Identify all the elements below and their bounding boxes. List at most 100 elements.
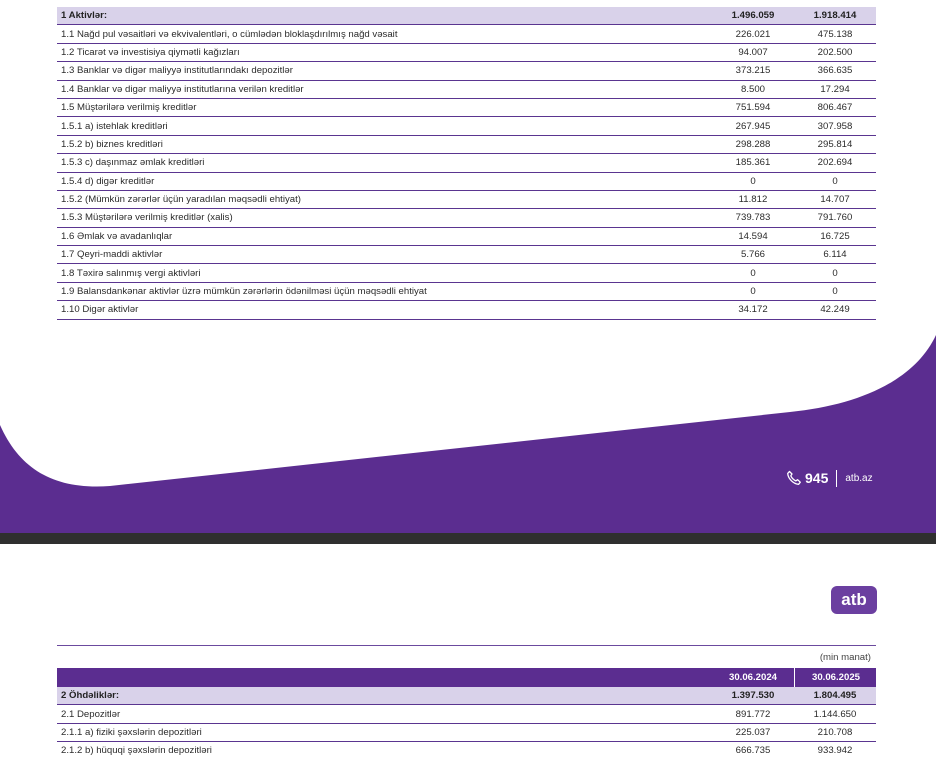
value-2024: 666.735	[712, 741, 794, 757]
value-2024: 739.783	[712, 208, 794, 228]
value-2025: 295.814	[794, 135, 876, 155]
value-2024: 0	[712, 282, 794, 302]
date-header-2024: 30.06.2024	[728, 672, 777, 683]
value-2024: 298.288	[712, 135, 794, 155]
table-row: 2.1.2 b) hüquqi şəxslərin depozitləri 666…	[57, 741, 876, 757]
value-2024: 94.007	[712, 43, 794, 63]
value-2024: 0	[712, 172, 794, 191]
table-row: 1.5.1 a) istehlak kreditləri 267.945 307.9…	[57, 116, 876, 136]
table-row: 1.1 Nağd pul vəsaitləri və ekvivalentlər…	[57, 24, 876, 44]
value-2025: 791.760	[794, 208, 876, 228]
row-label: 1 Aktivlər:	[57, 7, 712, 26]
row-label: 1.10 Digər aktivlər	[57, 300, 712, 320]
row-label: 2.1 Depozitlər	[57, 704, 712, 724]
phone-icon	[787, 470, 801, 485]
table-row: 1.5.3 Müştərilərə verilmiş kreditlər (xa…	[57, 208, 876, 228]
row-label: 1.5.4 d) digər kreditlər	[57, 172, 712, 191]
date-header-row: 30.06.2024 30.06.2025	[57, 668, 876, 687]
table-row: 1.10 Digər aktivlər 34.172 42.249	[57, 300, 876, 320]
report-page-1: 1 Aktivlər: 1.496.059 1.918.414 1.1 Nağd pu…	[0, 0, 936, 533]
value-2025: 475.138	[794, 24, 876, 44]
value-2024: 14.594	[712, 227, 794, 247]
table-row: 1.9 Balansdankənar aktivlər üzrə mümkün …	[57, 282, 876, 302]
value-2025: 366.635	[794, 61, 876, 81]
value-2025: 6.114	[794, 245, 876, 265]
table-row: 1.7 Qeyri-maddi aktivlər 5.766 6.114	[57, 245, 876, 265]
assets-table: 1 Aktivlər: 1.496.059 1.918.414 1.1 Nağd pu…	[57, 7, 876, 320]
report-page-2: atb (min manat) 30.06.2024 30.06.2025 2 …	[0, 544, 936, 757]
table-row: 1.5.3 c) daşınmaz əmlak kreditləri 185.36…	[57, 153, 876, 173]
row-label: 1.2 Ticarət və investisiya qiymətli kağı…	[57, 43, 712, 63]
row-label: 1.1 Nağd pul vəsaitləri və ekvivalentlər…	[57, 24, 712, 44]
table-row: 1.5.2 b) biznes kreditləri 298.288 295.814	[57, 135, 876, 155]
row-label: 1.5.2 (Mümkün zərərlər üçün yaradılan mə…	[57, 190, 712, 210]
value-2025: 0	[794, 172, 876, 191]
value-2024: 8.500	[712, 80, 794, 99]
row-label: 1.8 Təxirə salınmış vergi aktivləri	[57, 263, 712, 283]
value-2024: 34.172	[712, 300, 794, 320]
value-2025: 0	[794, 282, 876, 302]
value-2024: 11.812	[712, 190, 794, 210]
value-2025: 933.942	[794, 741, 876, 757]
row-label: 1.5.1 a) istehlak kreditləri	[57, 116, 712, 136]
value-2024: 0	[712, 263, 794, 283]
value-2025: 0	[794, 263, 876, 283]
table-row: 2.1 Depozitlər 891.772 1.144.650	[57, 704, 876, 724]
footer-brand: 945 atb.az	[786, 468, 873, 488]
row-label: 2 Öhdəliklər:	[57, 687, 712, 706]
date-header-2025: 30.06.2025	[794, 668, 877, 687]
row-label: 1.6 Əmlak və avadanlıqlar	[57, 227, 712, 247]
value-2025: 16.725	[794, 227, 876, 247]
value-2024: 5.766	[712, 245, 794, 265]
table-row: 1.3 Banklar və digər maliyyə institutlar…	[57, 61, 876, 81]
row-label: 1.9 Balansdankənar aktivlər üzrə mümkün …	[57, 282, 712, 302]
table-row: 1.5.2 (Mümkün zərərlər üçün yaradılan mə…	[57, 190, 876, 210]
value-2024: 225.037	[712, 723, 794, 743]
value-2025: 1.918.414	[794, 7, 876, 26]
row-label: 1.7 Qeyri-maddi aktivlər	[57, 245, 712, 265]
value-2025: 14.707	[794, 190, 876, 210]
value-2025: 307.958	[794, 116, 876, 136]
row-label: 2.1.2 b) hüquqi şəxslərin depozitləri	[57, 741, 712, 757]
row-label: 1.3 Banklar və digər maliyyə institutlar…	[57, 61, 712, 81]
table-row: 2.1.1 a) fiziki şəxslərin depozitləri 225…	[57, 723, 876, 743]
value-2024: 185.361	[712, 153, 794, 173]
table-row: 1.2 Ticarət və investisiya qiymətli kağı…	[57, 43, 876, 63]
value-2025: 202.500	[794, 43, 876, 63]
value-2024: 1.397.530	[712, 687, 794, 706]
table-row: 1.4 Banklar və digər maliyyə institutlar…	[57, 80, 876, 99]
row-label: 1.5.2 b) biznes kreditləri	[57, 135, 712, 155]
liabilities-table: 2 Öhdəliklər: 1.397.530 1.804.495 2.1 Depoz…	[57, 687, 876, 757]
value-2024: 226.021	[712, 24, 794, 44]
value-2024: 891.772	[712, 704, 794, 724]
value-2025: 17.294	[794, 80, 876, 99]
value-2024: 751.594	[712, 98, 794, 118]
table-row: 1.8 Təxirə salınmış vergi aktivləri 0 0	[57, 263, 876, 283]
value-2024: 1.496.059	[712, 7, 794, 26]
footer-divider	[836, 469, 838, 487]
table-header-row: 2 Öhdəliklər: 1.397.530 1.804.495	[57, 687, 876, 706]
page-separator	[0, 533, 936, 544]
footer-phone[interactable]: 945	[805, 470, 828, 486]
table-header-row: 1 Aktivlər: 1.496.059 1.918.414	[57, 7, 876, 26]
top-rule	[57, 645, 876, 646]
table-row: 1.5.4 d) digər kreditlər 0 0	[57, 172, 876, 191]
value-2025: 202.694	[794, 153, 876, 173]
value-2025: 1.804.495	[794, 687, 876, 706]
atb-logo: atb	[831, 586, 877, 614]
row-label: 1.5.3 Müştərilərə verilmiş kreditlər (xa…	[57, 208, 712, 228]
value-2024: 267.945	[712, 116, 794, 136]
unit-label: (min manat)	[819, 652, 871, 663]
value-2025: 210.708	[794, 723, 876, 743]
table-row: 1.5 Müştərilərə verilmiş kreditlər 751.59…	[57, 98, 876, 118]
value-2024: 373.215	[712, 61, 794, 81]
row-label: 1.4 Banklar və digər maliyyə institutlar…	[57, 80, 712, 99]
table-row: 1.6 Əmlak və avadanlıqlar 14.594 16.725	[57, 227, 876, 247]
value-2025: 806.467	[794, 98, 876, 118]
value-2025: 1.144.650	[794, 704, 876, 724]
row-label: 1.5.3 c) daşınmaz əmlak kreditləri	[57, 153, 712, 173]
row-label: 2.1.1 a) fiziki şəxslərin depozitləri	[57, 723, 712, 743]
value-2025: 42.249	[794, 300, 876, 320]
footer-website[interactable]: atb.az	[845, 473, 872, 484]
row-label: 1.5 Müştərilərə verilmiş kreditlər	[57, 98, 712, 118]
